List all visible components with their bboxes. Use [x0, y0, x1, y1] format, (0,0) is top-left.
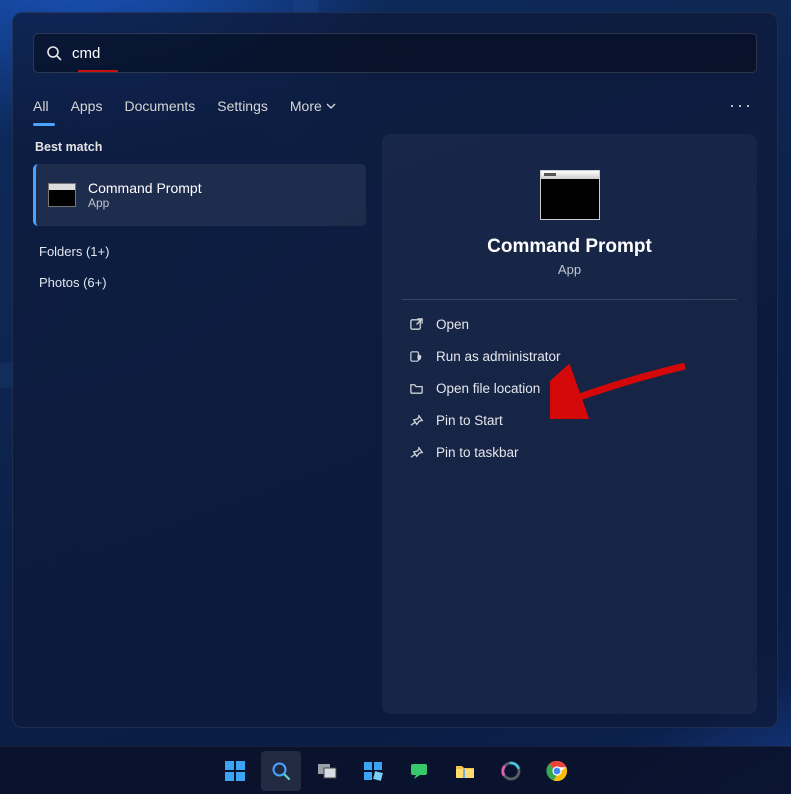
divider	[402, 299, 737, 300]
start-search-panel: All Apps Documents Settings More ··· Bes…	[12, 12, 778, 728]
action-pin-taskbar[interactable]: Pin to taskbar	[402, 436, 737, 468]
chat-icon	[408, 760, 430, 782]
folder-icon	[408, 380, 424, 396]
best-match-label: Best match	[33, 134, 366, 160]
action-run-as-admin-label: Run as administrator	[436, 349, 561, 364]
chevron-down-icon	[326, 101, 336, 111]
tab-apps[interactable]: Apps	[71, 98, 103, 114]
category-folders[interactable]: Folders (1+)	[33, 236, 366, 267]
task-view-icon	[316, 760, 338, 782]
folder-icon	[454, 760, 476, 782]
loading-ring-icon	[500, 760, 522, 782]
preview-type: App	[402, 262, 737, 277]
filter-tabs: All Apps Documents Settings More ···	[33, 95, 757, 116]
action-open[interactable]: Open	[402, 308, 737, 340]
pin-icon	[408, 444, 424, 460]
best-match-title: Command Prompt	[88, 180, 202, 196]
tab-settings[interactable]: Settings	[217, 98, 268, 114]
cmd-icon	[48, 183, 76, 207]
taskbar	[0, 746, 791, 794]
search-input[interactable]	[72, 45, 744, 62]
tab-more-label: More	[290, 98, 322, 114]
action-pin-start[interactable]: Pin to Start	[402, 404, 737, 436]
more-options-button[interactable]: ···	[729, 95, 757, 116]
taskbar-chrome[interactable]	[537, 751, 577, 791]
results-column: Best match Command Prompt App Folders (1…	[33, 134, 366, 714]
best-match-subtitle: App	[88, 196, 202, 210]
open-icon	[408, 316, 424, 332]
action-pin-taskbar-label: Pin to taskbar	[436, 445, 519, 460]
taskbar-app-circle[interactable]	[491, 751, 531, 791]
tab-documents[interactable]: Documents	[124, 98, 195, 114]
category-photos[interactable]: Photos (6+)	[33, 267, 366, 298]
taskbar-chat[interactable]	[399, 751, 439, 791]
action-open-label: Open	[436, 317, 469, 332]
widgets-icon	[362, 760, 384, 782]
taskbar-start-button[interactable]	[215, 751, 255, 791]
action-pin-start-label: Pin to Start	[436, 413, 503, 428]
preview-title: Command Prompt	[402, 236, 737, 258]
search-icon	[270, 760, 292, 782]
action-open-file-location-label: Open file location	[436, 381, 540, 396]
active-tab-indicator	[33, 123, 55, 126]
taskbar-explorer[interactable]	[445, 751, 485, 791]
tab-more[interactable]: More	[290, 98, 336, 114]
windows-icon	[223, 759, 247, 783]
chrome-icon	[546, 760, 568, 782]
action-open-file-location[interactable]: Open file location	[402, 372, 737, 404]
shield-icon	[408, 348, 424, 364]
taskbar-search-button[interactable]	[261, 751, 301, 791]
tab-all[interactable]: All	[33, 98, 49, 114]
taskbar-task-view[interactable]	[307, 751, 347, 791]
taskbar-widgets[interactable]	[353, 751, 393, 791]
action-run-as-admin[interactable]: Run as administrator	[402, 340, 737, 372]
annotation-underline	[78, 70, 118, 72]
preview-pane: Command Prompt App Open	[382, 134, 757, 714]
search-box[interactable]	[33, 33, 757, 73]
best-match-item[interactable]: Command Prompt App	[33, 164, 366, 226]
pin-icon	[408, 412, 424, 428]
preview-cmd-icon	[540, 170, 600, 220]
search-icon	[46, 45, 62, 61]
